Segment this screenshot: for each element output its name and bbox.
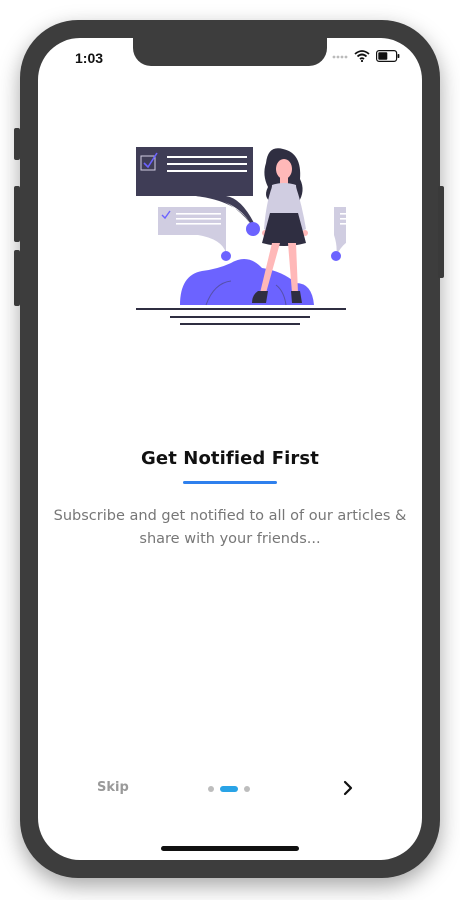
connector-dot-small-left (221, 251, 231, 261)
message-panel-light-left (158, 207, 226, 253)
title-underline (183, 481, 277, 484)
connector-dot-left (246, 222, 260, 236)
page-dot[interactable] (208, 786, 214, 792)
connector-dot-right (331, 251, 341, 261)
page-indicator (208, 786, 250, 792)
ground-line (136, 308, 346, 310)
page-dot-active[interactable] (220, 786, 238, 792)
wifi-icon (354, 50, 370, 62)
onboarding-navigation: Skip (38, 776, 422, 802)
chevron-right-icon (343, 780, 353, 796)
onboarding-title: Get Notified First (141, 448, 319, 469)
status-icons (332, 50, 400, 62)
battery-icon (376, 50, 400, 62)
notification-illustration (136, 147, 346, 325)
notch (133, 38, 327, 66)
message-panel-light-right (334, 207, 346, 258)
status-time: 1:03 (75, 50, 104, 66)
onboarding-description: Subscribe and get notified to all of our… (53, 508, 407, 547)
page-dot[interactable] (244, 786, 250, 792)
power-button (438, 186, 444, 278)
home-indicator[interactable] (161, 846, 299, 851)
volume-down-button (14, 250, 20, 306)
silent-switch (14, 128, 20, 160)
app-screen: 1:03 Get Notified First Subscribe and ge… (38, 38, 422, 860)
volume-up-button (14, 186, 20, 242)
next-button[interactable] (338, 778, 358, 798)
signal-icon (332, 55, 348, 59)
skip-button[interactable]: Skip (97, 780, 129, 795)
